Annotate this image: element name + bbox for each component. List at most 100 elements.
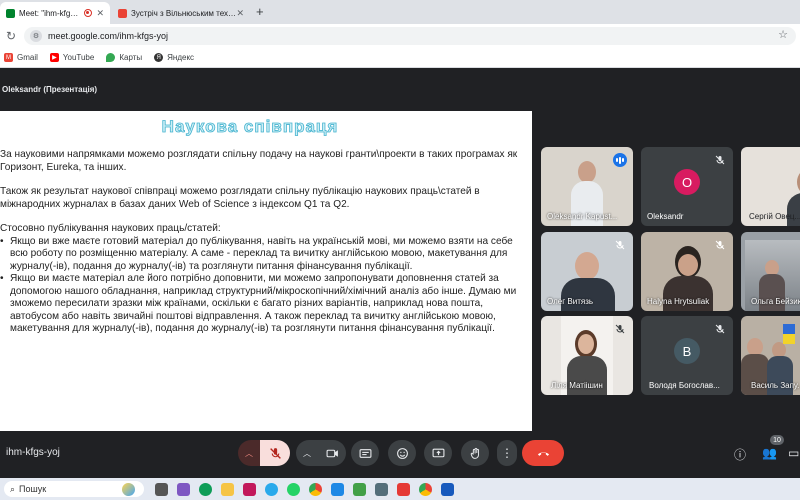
slide-title: Наукова співпраця — [161, 117, 339, 137]
yandex-icon: Я — [154, 53, 164, 62]
address-bar[interactable]: ⚙ meet.google.com/ihm-kfgs-yoj ☆ — [24, 27, 796, 45]
participant-name: Ліля Матіішин — [551, 381, 603, 390]
slide-bullet: Якщо ви вже маєте готовий матеріал до пу… — [0, 236, 520, 274]
new-tab-button[interactable]: + — [256, 4, 264, 19]
present-screen-button[interactable] — [424, 440, 452, 466]
tab-meet[interactable]: Meet: "ihm-kfgs-yoj" ✕ — [0, 2, 110, 24]
raise-hand-button[interactable] — [461, 440, 489, 466]
mic-off-icon — [613, 322, 627, 336]
more-options-button[interactable]: ⋮ — [497, 440, 517, 466]
chrome-icon[interactable] — [419, 482, 432, 496]
browser-tab-strip: Meet: "ihm-kfgs-yoj" ✕ Зустріч з Вільнюс… — [0, 0, 800, 24]
participant-name: Володя Богослав... — [649, 381, 720, 390]
participant-name: Oleksandr — [647, 212, 684, 221]
participant-name: Oleksandr Kapust... — [547, 212, 618, 221]
participant-name: Halyna Hrytsuliak — [647, 297, 710, 306]
file-explorer-icon[interactable] — [221, 482, 234, 496]
speaking-indicator-icon — [613, 153, 627, 167]
participant-tile[interactable]: Oleksandr Kapust... — [541, 147, 633, 226]
close-tab-icon[interactable]: ✕ — [96, 8, 104, 19]
bookmark-star-icon[interactable]: ☆ — [778, 28, 788, 41]
mic-off-icon — [713, 238, 727, 252]
participant-tile[interactable]: Ліля Матіішин — [541, 316, 633, 395]
participant-name: Сергій Овец... — [749, 212, 800, 221]
bookmark-label: YouTube — [62, 53, 95, 62]
youtube-icon: ▶ — [49, 53, 59, 62]
tab-gmail-meeting[interactable]: Зустріч з Вільнюським технічним ✕ — [112, 2, 250, 24]
url-text: meet.google.com/ihm-kfgs-yoj — [48, 31, 169, 41]
participant-tile[interactable]: Василь Запу... — [741, 316, 800, 395]
site-info-icon[interactable]: ⚙ — [30, 30, 42, 42]
participant-tile[interactable]: Ольга Бейзик — [741, 232, 800, 311]
meeting-code: ihm-kfgs-yoj — [6, 447, 60, 458]
camera-icon — [326, 449, 338, 457]
present-screen-icon — [432, 448, 444, 457]
captions-icon — [359, 448, 371, 458]
participant-tile[interactable]: Halyna Hrytsuliak — [641, 232, 733, 311]
participant-tile[interactable]: Олег Витязь — [541, 232, 633, 311]
browser-toolbar: ↻ ⚙ meet.google.com/ihm-kfgs-yoj ☆ — [0, 24, 800, 48]
bookmark-label: Карты — [119, 53, 143, 62]
telegram-icon[interactable] — [265, 482, 278, 496]
presentation-slide: Наукова співпраця За науковими напрямкам… — [0, 111, 532, 431]
bookmark-maps[interactable]: Карты — [106, 53, 142, 62]
chrome-icon[interactable] — [309, 482, 322, 496]
app-icon[interactable] — [243, 482, 256, 496]
slide-body: За науковими напрямками можемо розглядат… — [0, 149, 520, 336]
people-icon[interactable]: 👥 — [762, 446, 777, 460]
presenter-bar: Oleksandr (Презентація) — [0, 80, 800, 98]
edge-icon[interactable] — [199, 482, 212, 496]
widgets-icon[interactable] — [177, 482, 190, 496]
participant-tile[interactable]: O Oleksandr — [641, 147, 733, 226]
hand-icon — [470, 447, 479, 459]
taskbar-search-label: Пошук — [19, 484, 47, 494]
meeting-info-icon[interactable]: ⓘ — [734, 446, 746, 463]
search-icon: ⌕ — [10, 483, 16, 494]
app-icon[interactable] — [397, 482, 410, 496]
captions-button[interactable] — [351, 440, 379, 466]
recording-icon — [84, 9, 93, 17]
participant-name: Василь Запу... — [751, 381, 800, 390]
participant-tile[interactable]: B Володя Богослав... — [641, 316, 733, 395]
reload-icon[interactable]: ↻ — [6, 29, 16, 43]
app-icon[interactable] — [375, 482, 388, 496]
reactions-button[interactable] — [388, 440, 416, 466]
slide-paragraph: За науковими напрямками можемо розглядат… — [0, 149, 518, 173]
chat-icon[interactable]: ▭ — [788, 446, 799, 460]
bookmark-youtube[interactable]: ▶ YouTube — [49, 53, 95, 62]
copilot-icon[interactable] — [122, 482, 135, 496]
camera-toggle-button[interactable] — [318, 440, 346, 466]
app-icon[interactable] — [331, 482, 344, 496]
mic-off-icon — [269, 447, 281, 459]
mic-off-icon — [713, 153, 727, 167]
mic-options-button[interactable]: ︿ — [238, 440, 260, 466]
os-taskbar: ⌕ Пошук — [0, 478, 800, 500]
more-vert-icon: ⋮ — [501, 446, 513, 460]
bookmark-gmail[interactable]: M Gmail — [4, 53, 38, 62]
participant-tile[interactable]: Сергій Овец... — [741, 147, 800, 226]
task-view-icon[interactable] — [155, 482, 168, 496]
tab-title: Meet: "ihm-kfgs-yoj" — [19, 8, 80, 18]
participant-name: Олег Витязь — [547, 297, 594, 306]
gmail-icon: M — [4, 53, 13, 62]
camera-options-button[interactable]: ︿ — [296, 440, 318, 466]
slide-paragraph: Також як результат наукової співпраці мо… — [0, 186, 480, 210]
hang-up-icon — [537, 451, 549, 456]
participant-avatar: B — [674, 338, 700, 364]
bookmark-yandex[interactable]: Я Яндекс — [154, 53, 194, 62]
gmail-favicon-icon — [118, 8, 127, 18]
slide-section-heading: Стосовно публікування наукових праць/ста… — [0, 223, 221, 234]
whatsapp-icon[interactable] — [287, 482, 300, 496]
app-icon[interactable] — [353, 482, 366, 496]
mic-toggle-button[interactable] — [260, 440, 290, 466]
leave-call-button[interactable] — [522, 440, 564, 466]
word-icon[interactable] — [441, 482, 454, 496]
chevron-up-icon: ︿ — [303, 448, 311, 458]
tab-title: Зустріч з Вільнюським технічним — [131, 8, 236, 18]
bookmark-label: Gmail — [17, 53, 38, 62]
presenter-label: Oleksandr (Презентація) — [2, 84, 98, 94]
chevron-up-icon: ︿ — [245, 448, 253, 458]
mic-off-icon — [613, 238, 627, 252]
close-tab-icon[interactable]: ✕ — [236, 8, 244, 19]
bookmarks-bar: M Gmail ▶ YouTube Карты Я Яндекс — [0, 48, 800, 68]
